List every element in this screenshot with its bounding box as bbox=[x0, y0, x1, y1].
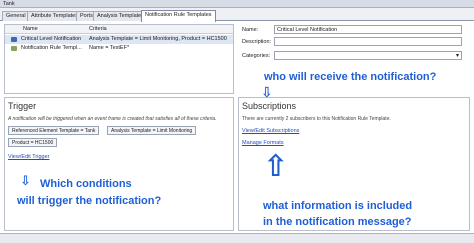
window-title: Tank bbox=[3, 1, 15, 7]
arrow-down-icon: ⇩ bbox=[261, 85, 273, 101]
tab-bar: General Attribute Templates Ports Analys… bbox=[0, 8, 474, 22]
view-edit-subscriptions-link[interactable]: View/Edit Subscriptions bbox=[242, 128, 299, 134]
trigger-criterion-product[interactable]: Product = HC1500 bbox=[8, 138, 58, 147]
row-criteria: Name = TestEF* bbox=[89, 45, 130, 51]
column-header-criteria[interactable]: Criteria bbox=[89, 26, 107, 32]
annotation-conditions-line2: will trigger the notification? bbox=[17, 195, 162, 207]
grid-header: Name Criteria bbox=[5, 25, 233, 34]
subscriptions-description: There are currently 2 subscribers to thi… bbox=[242, 116, 391, 122]
annotation-info-line2: in the notification message? bbox=[263, 216, 412, 228]
tab-general[interactable]: General bbox=[2, 11, 30, 21]
trigger-criterion-element-template[interactable]: Referenced Element Template = Tank bbox=[8, 126, 100, 135]
notification-rule-icon bbox=[11, 37, 17, 42]
grid-row[interactable]: Critical Level Notification Analysis Tem… bbox=[5, 35, 233, 44]
tab-notification-rule-templates[interactable]: Notification Rule Templates bbox=[141, 10, 216, 22]
trigger-title: Trigger bbox=[8, 101, 37, 111]
subscriptions-title: Subscriptions bbox=[242, 101, 297, 111]
trigger-panel: Trigger A notification will be triggered… bbox=[4, 97, 234, 231]
window-titlebar: Tank bbox=[0, 0, 474, 8]
annotation-who-receives: who will receive the notification? bbox=[264, 71, 437, 83]
row-name: Critical Level Notification bbox=[21, 36, 82, 42]
status-bar bbox=[0, 233, 474, 243]
trigger-description: A notification will be triggered when an… bbox=[8, 116, 217, 122]
grid-row[interactable]: Notification Rule Templ... Name = TestEF… bbox=[5, 44, 233, 53]
tab-analysis-templates[interactable]: Analysis Templates bbox=[93, 11, 148, 21]
description-field[interactable] bbox=[274, 37, 462, 46]
arrow-down-icon: ⇩ bbox=[20, 174, 31, 189]
manage-formats-link[interactable]: Manage Formats bbox=[242, 140, 284, 146]
row-criteria: Analysis Template = Limit Monitoring, Pr… bbox=[89, 36, 227, 42]
view-edit-trigger-link[interactable]: View/Edit Trigger bbox=[8, 154, 49, 160]
name-label: Name: bbox=[242, 27, 259, 33]
notification-rule-icon bbox=[11, 46, 17, 51]
categories-select[interactable] bbox=[274, 51, 462, 60]
column-header-name[interactable]: Name bbox=[23, 26, 38, 32]
categories-label: Categories: bbox=[242, 53, 271, 59]
annotation-info-line1: what information is included bbox=[263, 200, 413, 212]
notification-rule-grid: Name Criteria Critical Level Notificatio… bbox=[4, 24, 234, 94]
row-name: Notification Rule Templ... bbox=[21, 45, 82, 51]
trigger-criterion-analysis-template[interactable]: Analysis Template = Limit Monitoring bbox=[107, 126, 197, 135]
description-label: Description: bbox=[242, 39, 272, 45]
annotation-conditions-line1: Which conditions bbox=[40, 178, 132, 190]
arrow-up-icon: ⇧ bbox=[263, 149, 289, 184]
tab-attribute-templates[interactable]: Attribute Templates bbox=[27, 11, 82, 21]
name-field[interactable]: Critical Level Notification bbox=[274, 25, 462, 34]
